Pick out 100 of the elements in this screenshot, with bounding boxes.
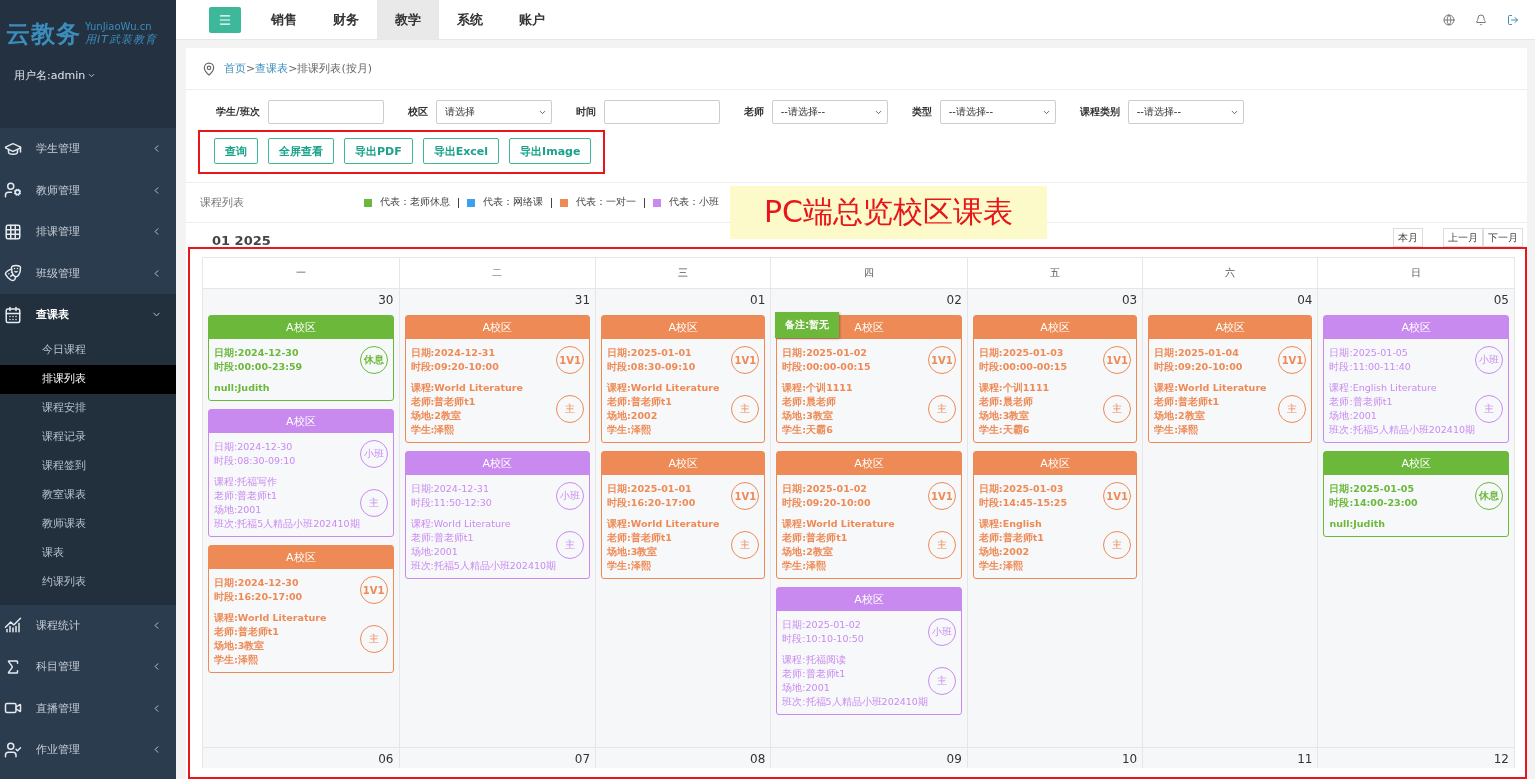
filter-select[interactable]: --请选择-- [771, 100, 888, 124]
day-number: 04 [1297, 293, 1313, 307]
time-text: 时段:09:20-10:00 [1154, 360, 1243, 374]
breadcrumb-link[interactable]: 查课表 [255, 62, 289, 75]
date-text: 日期:2025-01-01 [607, 482, 693, 496]
sidebar-subitem[interactable]: 今日课程 [0, 335, 176, 365]
filter-select[interactable]: --请选择-- [939, 100, 1056, 124]
detail-text: 场地:2001 [1329, 409, 1378, 423]
next-month-button[interactable]: 下一月 [1483, 228, 1523, 247]
detail-text: 场地:2001 [410, 545, 459, 559]
time-text: 时段:11:00-11:40 [1329, 360, 1411, 374]
detail-text: 场地:2教室 [1154, 409, 1206, 423]
time-text: 时段:09:20-10:00 [410, 360, 499, 374]
nav-tab[interactable]: 销售 [253, 0, 315, 39]
legend-label: 代表：小班 [669, 196, 719, 209]
sidebar-item[interactable]: 排课管理 [0, 211, 176, 253]
campus-header: A校区 [973, 452, 1137, 475]
day-number: 01 [750, 293, 766, 307]
filter-label: 学生/班次 [216, 105, 260, 119]
sidebar-subitem[interactable]: 课程签到 [0, 451, 176, 481]
detail-text: 场地:3教室 [607, 545, 659, 559]
day-number: 10 [1121, 752, 1138, 766]
day-number: 11 [1297, 752, 1313, 766]
date-text: 日期:2025-01-02 [782, 618, 862, 632]
month-title: 01 2025 [212, 234, 271, 247]
weekday-header: 四 [771, 257, 968, 289]
campus-header: A校区 [1324, 452, 1508, 475]
detail-text: 场地:2教室 [782, 545, 834, 559]
filter-label: 校区 [407, 105, 428, 119]
sidebar-subitem[interactable]: 约课列表 [0, 567, 176, 597]
weekday-header: 五 [967, 257, 1144, 289]
time-text: 时段:08:30-09:10 [607, 360, 696, 374]
detail-text: 学生:泽熙 [978, 559, 1024, 573]
sidebar-subitem[interactable]: 课表 [0, 538, 176, 568]
sidebar-item[interactable]: 班级管理 [0, 252, 176, 294]
list-title: 课程列表 [200, 195, 244, 210]
detail-text: 老师:普老师t1 [214, 625, 280, 639]
detail-text: 老师:普老师t1 [1329, 395, 1394, 409]
filter-label: 时间 [575, 105, 596, 119]
nav-tab[interactable]: 财务 [315, 0, 377, 39]
detail-text: 课程:个训1111 [978, 381, 1050, 395]
date-text: 日期:2024-12-30 [214, 576, 300, 590]
breadcrumb-link[interactable]: 首页 [224, 62, 246, 75]
filter-select[interactable]: --请选择-- [1127, 100, 1244, 124]
nav-tab[interactable]: 系统 [439, 0, 501, 39]
time-text: 时段:00:00-00:15 [782, 360, 871, 374]
day-number: 02 [946, 293, 962, 307]
sidebar-item[interactable]: 作业管理 [0, 729, 176, 771]
sidebar-item[interactable]: 教师管理 [0, 169, 176, 211]
weekday-header: 二 [399, 257, 597, 289]
sidebar-subitem[interactable]: 教室课表 [0, 480, 176, 510]
legend-label: 代表：老师休息 [380, 196, 450, 209]
nav-tab[interactable]: 账户 [501, 0, 563, 39]
this-month-button[interactable]: 本月 [1393, 228, 1423, 247]
prev-month-button[interactable]: 上一月 [1443, 228, 1483, 247]
time-text: 时段:16:20-17:00 [607, 496, 696, 510]
detail-text: 班次:托福5人精品小班202410期 [1329, 423, 1475, 437]
campus-header: A校区 [209, 316, 393, 339]
sidebar-subitem[interactable]: 课程记录 [0, 422, 176, 452]
detail-text: null:Judith [1329, 517, 1385, 531]
detail-text: 场地:2教室 [410, 409, 462, 423]
sidebar-subitem[interactable]: 课程安排 [0, 393, 176, 423]
time-text: 时段:16:20-17:00 [214, 590, 303, 604]
campus-header: A校区 [405, 316, 590, 339]
date-text: 日期:2025-01-04 [1154, 346, 1240, 360]
user-menu[interactable]: 用户名:admin [6, 68, 97, 83]
detail-text: 课程:托福阅读 [782, 653, 847, 667]
sidebar-subitem[interactable]: 排课列表 [0, 364, 176, 394]
weekday-header: 日 [1318, 257, 1515, 289]
sidebar-item[interactable]: 直播管理 [0, 687, 176, 729]
detail-text: 老师:普老师t1 [410, 395, 477, 409]
sidebar-item[interactable]: 查课表 [0, 294, 176, 336]
detail-text: 学生:天霸6 [782, 423, 834, 437]
detail-text: 课程:托福写作 [214, 475, 279, 489]
detail-text: 老师:普老师t1 [607, 395, 673, 409]
weekday-header: 三 [596, 257, 772, 289]
detail-text: 老师:普老师t1 [782, 667, 847, 681]
detail-text: 课程:World Literature [607, 381, 720, 395]
day-number: 07 [574, 752, 591, 766]
detail-text: 班次:托福5人精品小班202410期 [782, 695, 928, 709]
detail-text: 场地:3教室 [214, 639, 266, 653]
logo-text: 云教务 [6, 19, 81, 50]
detail-text: 老师:普老师t1 [782, 531, 849, 545]
detail-text: 班次:托福5人精品小班202410期 [214, 517, 360, 531]
sidebar-item[interactable]: 课程统计 [0, 604, 176, 646]
detail-text: 老师:普老师t1 [410, 531, 475, 545]
sidebar-subitem[interactable]: 教师课表 [0, 509, 176, 539]
day-number: 30 [378, 293, 394, 307]
detail-text: null:Judith [214, 381, 270, 395]
time-text: 时段:14:45-15:25 [978, 496, 1068, 510]
campus-header: A校区 [602, 316, 765, 339]
breadcrumb-separator: > [246, 62, 256, 75]
sidebar-item[interactable]: 学生管理 [0, 128, 176, 170]
campus-header: A校区 [973, 316, 1137, 339]
sidebar-item[interactable]: 科目管理 [0, 646, 176, 688]
time-text: 时段:09:20-10:00 [782, 496, 871, 510]
detail-text: 课程:English Literature [1329, 381, 1438, 395]
detail-text: 老师:普老师t1 [607, 531, 673, 545]
nav-tab[interactable]: 教学 [377, 0, 439, 39]
filter-select[interactable]: 请选择 [435, 100, 552, 124]
